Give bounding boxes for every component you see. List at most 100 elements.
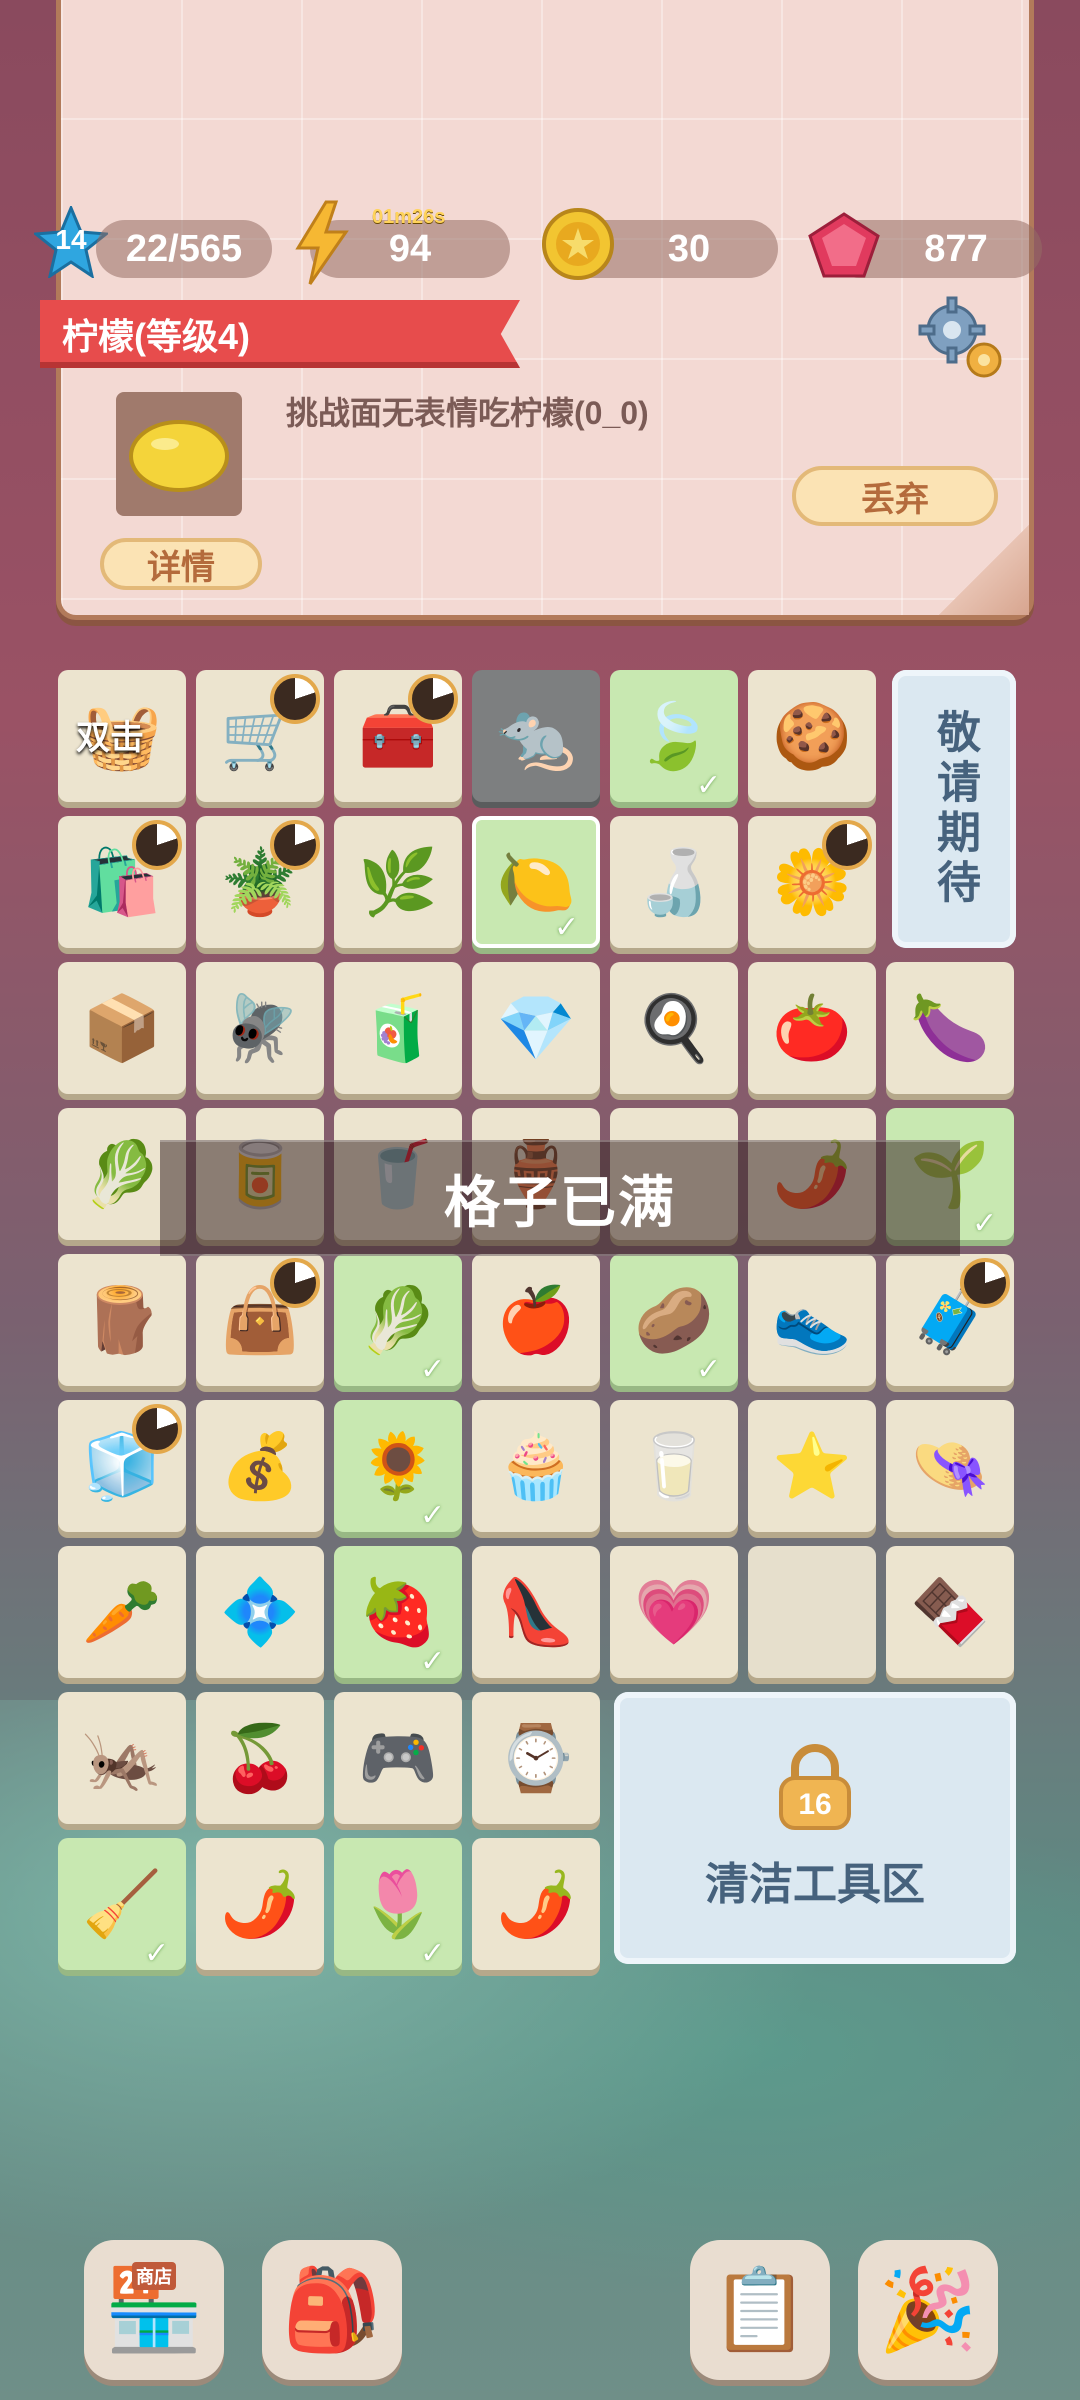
rat-cell[interactable]: 🐀: [472, 670, 600, 802]
hat-icon: 👒: [910, 1429, 990, 1502]
flower-seed-packet-cell[interactable]: 🌻 ✓: [334, 1400, 462, 1532]
watch-icon: ⌚: [496, 1721, 576, 1794]
biscuit-pack-cell[interactable]: 🍪: [748, 670, 876, 802]
star-icon: 💠: [220, 1575, 300, 1648]
grasshopper-icon: 🦗: [82, 1721, 162, 1794]
details-button[interactable]: 详情: [100, 538, 262, 590]
juice-carton-cell[interactable]: 🧃: [334, 962, 462, 1094]
planks-icon: 🪵: [82, 1283, 162, 1356]
sprout-cell[interactable]: 🌷 ✓: [334, 1838, 462, 1970]
dragonfly-cell[interactable]: 🪰: [196, 962, 324, 1094]
shop-sign: 商店: [132, 2262, 176, 2290]
task-title: 柠檬(等级4): [62, 316, 250, 357]
basket-cell[interactable]: 🧺 双击: [58, 670, 186, 802]
bush-cell[interactable]: 🌿: [334, 816, 462, 948]
gem-value: 877: [924, 227, 988, 270]
red-sneakers-cell[interactable]: 👠: [472, 1546, 600, 1678]
tomato-cell[interactable]: 🍅: [748, 962, 876, 1094]
potato-cell[interactable]: 🥔 ✓: [610, 1254, 738, 1386]
muffin-cell[interactable]: 🧁: [472, 1400, 600, 1532]
milk-carton-cell[interactable]: 🥛: [610, 1400, 738, 1532]
task-description: 挑战面无表情吃柠檬(0_0): [286, 395, 649, 431]
tomato-icon: 🍅: [772, 991, 852, 1064]
task-list-button[interactable]: 📋: [690, 2240, 830, 2380]
gamepad-cell[interactable]: 🎮: [334, 1692, 462, 1824]
apple-cell[interactable]: 🍎: [472, 1254, 600, 1386]
hat-cell[interactable]: 👒: [886, 1400, 1014, 1532]
check-icon: ✓: [420, 1353, 446, 1386]
check-icon: ✓: [144, 1937, 170, 1970]
chili-icon: 🌶️: [496, 1867, 576, 1940]
coin-value: 30: [667, 227, 711, 270]
seed-packet-cell[interactable]: 🥬 ✓: [334, 1254, 462, 1386]
lock-icon: 16: [775, 1744, 855, 1830]
discard-button[interactable]: 丢弃: [792, 466, 998, 526]
cleaning-tools-zone[interactable]: 16 清洁工具区: [614, 1692, 1016, 1964]
chili-cell-2[interactable]: 🌶️: [196, 1838, 324, 1970]
empty-cell[interactable]: [748, 1546, 876, 1678]
settings-gear-icon[interactable]: [912, 290, 1012, 390]
lemon-cell[interactable]: 🍋 ✓: [472, 816, 600, 948]
stove-cell[interactable]: 🍳: [610, 962, 738, 1094]
pink-gem-cell[interactable]: 💗: [610, 1546, 738, 1678]
chili-icon: 🌶️: [220, 1867, 300, 1940]
double-tap-label: 双击: [76, 719, 144, 757]
party-popper-button[interactable]: 🎉: [858, 2240, 998, 2380]
coming-soon-zone: 敬请期待: [892, 670, 1016, 948]
gift-bag-cell[interactable]: 👜: [196, 1254, 324, 1386]
coin-icon: [540, 206, 616, 282]
wood-planks-cell[interactable]: 🪵: [58, 1254, 186, 1386]
check-icon: ✓: [972, 1207, 998, 1240]
chili-cell-3[interactable]: 🌶️: [472, 1838, 600, 1970]
board-full-banner: 格子已满: [160, 1140, 960, 1256]
seed-packet-icon: 🌻: [358, 1429, 438, 1502]
chocolate-cell[interactable]: 🍫: [886, 1546, 1014, 1678]
box-icon: 📦: [82, 991, 162, 1064]
leaf-cell[interactable]: 🍃 ✓: [610, 670, 738, 802]
rat-icon: 🐀: [496, 699, 576, 772]
check-icon: ✓: [420, 1645, 446, 1678]
apple-icon: 🍎: [496, 1283, 576, 1356]
flower-pot-cell[interactable]: 🪴: [196, 816, 324, 948]
backpack-button[interactable]: 🎒: [262, 2240, 402, 2380]
smartwatch-cell[interactable]: ⌚: [472, 1692, 600, 1824]
shop-button[interactable]: 🏪 商店: [84, 2240, 224, 2380]
bush-icon: 🌿: [358, 845, 438, 918]
daisy-cell[interactable]: 🌼: [748, 816, 876, 948]
biscuit-pack-icon: 🍪: [772, 699, 852, 772]
eggplant-cell[interactable]: 🍆: [886, 962, 1014, 1094]
blue-star-gem-cell[interactable]: 💎: [472, 962, 600, 1094]
clipboard-icon: 📋: [710, 2265, 810, 2354]
timer-icon: [822, 820, 872, 870]
timer-icon: [408, 674, 458, 724]
grasshopper-cell[interactable]: 🦗: [58, 1692, 186, 1824]
cabbage-icon: 🥬: [82, 1137, 162, 1210]
timer-icon: [960, 1258, 1010, 1308]
vacuum-cell[interactable]: 🧹 ✓: [58, 1838, 186, 1970]
treasure-chest-cell[interactable]: 🧳: [886, 1254, 1014, 1386]
blue-gem-icon: 💎: [496, 991, 576, 1064]
backpack-icon: 🎒: [282, 2265, 382, 2354]
toolbox-cell[interactable]: 🧰: [334, 670, 462, 802]
strawberry-cell[interactable]: 🍓 ✓: [334, 1546, 462, 1678]
board-full-label: 格子已满: [444, 1170, 676, 1234]
sneakers-icon: 👠: [496, 1575, 576, 1648]
cherry-cell[interactable]: 🍒: [196, 1692, 324, 1824]
bottle-icon: 🍶: [634, 845, 714, 918]
carrot-cell[interactable]: 🥕: [58, 1546, 186, 1678]
blue-star-gem-cell-2[interactable]: 💠: [196, 1546, 324, 1678]
sauce-bottle-cell[interactable]: 🍶: [610, 816, 738, 948]
cardboard-box-cell[interactable]: 📦: [58, 962, 186, 1094]
gamepad-icon: 🎮: [358, 1721, 438, 1794]
shopping-bag-cell[interactable]: 🛍️: [58, 816, 186, 948]
task-item-slot: [116, 392, 242, 516]
muffin-icon: 🧁: [496, 1429, 576, 1502]
cooler-box-cell[interactable]: 🧊: [58, 1400, 186, 1532]
juice-carton-icon: 🧃: [358, 991, 438, 1064]
seed-sack-cell[interactable]: 💰: [196, 1400, 324, 1532]
sneakers-cell[interactable]: 👟: [748, 1254, 876, 1386]
blue-star-cell[interactable]: ⭐: [748, 1400, 876, 1532]
vegetable-basket-cell[interactable]: 🛒: [196, 670, 324, 802]
check-icon: ✓: [420, 1499, 446, 1532]
details-button-label: 详情: [147, 548, 215, 587]
